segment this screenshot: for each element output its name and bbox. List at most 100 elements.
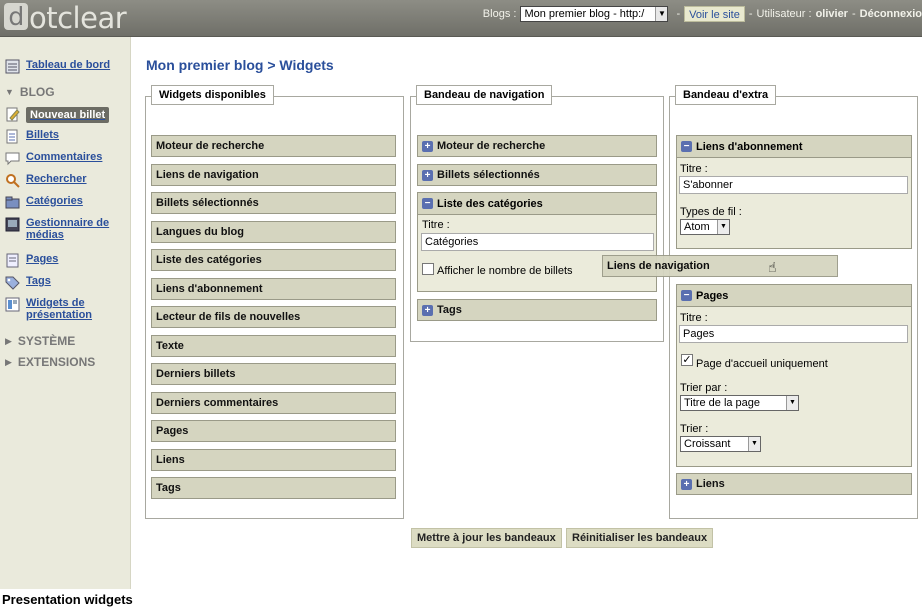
expand-icon[interactable]: + (422, 169, 433, 181)
dragging-widget[interactable]: Liens de navigation (602, 255, 838, 277)
collapse-icon[interactable]: − (681, 290, 692, 301)
order-select[interactable]: Croissant ▼ (680, 436, 761, 452)
available-widget[interactable]: Lecteur de fils de nouvelles (151, 306, 396, 328)
sidebar-item-categories[interactable]: Catégories (5, 195, 83, 210)
separator: - (748, 8, 753, 20)
available-widget[interactable]: Langues du blog (151, 221, 396, 243)
section-label: SYSTÈME (17, 334, 76, 348)
section-blog[interactable]: ▼ BLOG (5, 85, 55, 99)
chevron-down-icon: ▼ (717, 220, 729, 234)
dotclear-logo[interactable]: d otclear (4, 1, 127, 35)
home-only-label: Page d'accueil uniquement (696, 358, 828, 370)
available-widget[interactable]: Liste des catégories (151, 249, 396, 271)
section-label: EXTENSIONS (17, 355, 96, 369)
available-widget[interactable]: Pages (151, 420, 396, 442)
navigation-legend: Bandeau de navigation (416, 85, 553, 105)
expand-icon[interactable]: + (681, 478, 692, 490)
available-widget[interactable]: Derniers commentaires (151, 392, 396, 414)
available-widget[interactable]: Moteur de recherche (151, 135, 396, 157)
home-only-checkbox[interactable]: ✓ (681, 354, 693, 366)
subscription-title-input[interactable]: S'abonner (679, 176, 908, 194)
triangle-right-icon: ▶ (5, 356, 12, 367)
sidebar-item-pages[interactable]: Pages (5, 253, 58, 268)
widget-label: Pages (696, 289, 729, 302)
feed-type-select[interactable]: Atom ▼ (680, 219, 730, 235)
sort-by-select[interactable]: Titre de la page ▼ (680, 395, 799, 411)
available-widget[interactable]: Liens d'abonnement (151, 278, 396, 300)
top-bar-controls: Blogs : Mon premier blog - http:/ ▼ - Vo… (483, 5, 922, 23)
sidebar-item-label-line2: présentation (26, 309, 93, 321)
available-widget[interactable]: Derniers billets (151, 363, 396, 385)
pages-title-input[interactable]: Pages (679, 325, 908, 343)
section-extensions[interactable]: ▶ EXTENSIONS (5, 355, 95, 369)
nav-widget-tags[interactable]: + Tags (417, 299, 657, 321)
logo-text: otclear (29, 1, 127, 35)
sidebar-item-label-line1: Gestionnaire de (26, 217, 110, 229)
sidebar-item-label: Commentaires (26, 151, 103, 163)
sidebar-item-label: Tableau de bord (26, 59, 111, 71)
sidebar-item-media[interactable]: Gestionnaire de médias (5, 217, 109, 241)
sidebar-item-label: Catégories (26, 195, 83, 207)
chevron-down-icon: ▼ (655, 7, 668, 21)
widget-header[interactable]: − Pages (677, 285, 911, 307)
extra-legend: Bandeau d'extra (675, 85, 777, 105)
collapse-icon[interactable]: − (681, 141, 692, 152)
triangle-right-icon: ▶ (5, 335, 12, 346)
widget-header[interactable]: − Liens d'abonnement (677, 136, 911, 158)
order-value: Croissant (684, 438, 731, 450)
sidebar-item-label: Nouveau billet (26, 107, 110, 123)
expand-icon[interactable]: + (422, 304, 433, 316)
dashboard-icon (5, 59, 20, 74)
logo-letter: d (4, 3, 28, 30)
categories-title-label: Titre : (422, 219, 450, 231)
available-widget[interactable]: Liens de navigation (151, 164, 396, 186)
widget-header[interactable]: − Liste des catégories (418, 193, 656, 215)
sidebar-item-label: Rechercher (26, 173, 87, 185)
feed-type-value: Atom (684, 221, 710, 233)
user-label: Utilisateur : (756, 8, 812, 20)
post-count-checkbox[interactable] (422, 263, 434, 275)
available-widget[interactable]: Liens (151, 449, 396, 471)
section-system[interactable]: ▶ SYSTÈME (5, 334, 75, 348)
user-name: olivier (815, 8, 848, 20)
sort-by-value: Titre de la page (684, 397, 761, 409)
sidebar-item-posts[interactable]: Billets (5, 129, 59, 144)
extra-widget-links[interactable]: + Liens (676, 473, 912, 495)
available-widget[interactable]: Tags (151, 477, 396, 499)
feed-type-label: Types de fil : (680, 206, 742, 218)
sidebar-item-new-post[interactable]: Nouveau billet (5, 107, 110, 123)
available-widget[interactable]: Billets sélectionnés (151, 192, 396, 214)
separator: - (851, 8, 856, 20)
nav-widget-selected-posts[interactable]: + Billets sélectionnés (417, 164, 657, 186)
page-title: Mon premier blog > Widgets (146, 57, 334, 73)
sidebar-item-label-line2: médias (26, 229, 64, 241)
sidebar-item-label: Billets (26, 129, 60, 141)
collapse-icon[interactable]: − (422, 198, 433, 209)
available-widgets-legend: Widgets disponibles (151, 85, 274, 105)
section-label: BLOG (19, 85, 55, 99)
categories-icon (5, 196, 20, 209)
sidebar-item-widgets[interactable]: Widgets de présentation (5, 297, 92, 321)
update-button[interactable]: Mettre à jour les bandeaux (411, 528, 562, 548)
view-site-button[interactable]: Voir le site (684, 6, 745, 22)
blog-select[interactable]: Mon premier blog - http:/ ▼ (520, 6, 669, 22)
categories-title-input[interactable]: Catégories (421, 233, 654, 251)
available-widget[interactable]: Texte (151, 335, 396, 357)
sidebar-item-label: Tags (26, 275, 51, 287)
expand-icon[interactable]: + (422, 140, 433, 152)
sidebar-item-comments[interactable]: Commentaires (5, 151, 102, 166)
logout-link[interactable]: Déconnexio (860, 8, 922, 20)
sidebar-item-dashboard[interactable]: Tableau de bord (5, 59, 110, 74)
comments-icon (5, 152, 20, 166)
widget-label: Billets sélectionnés (437, 169, 540, 181)
sidebar-item-search[interactable]: Rechercher (5, 173, 87, 188)
sidebar-item-tags[interactable]: Tags (5, 275, 51, 290)
sidebar: Tableau de bord ▼ BLOG Nouveau billet Bi… (0, 37, 131, 589)
widgets-icon (5, 297, 20, 312)
order-label: Trier : (680, 423, 709, 435)
separator: - (676, 8, 681, 20)
reset-button[interactable]: Réinitialiser les bandeaux (566, 528, 714, 548)
media-icon (5, 217, 20, 232)
nav-widget-search[interactable]: + Moteur de recherche (417, 135, 657, 157)
figure-caption: Presentation widgets (2, 592, 133, 607)
